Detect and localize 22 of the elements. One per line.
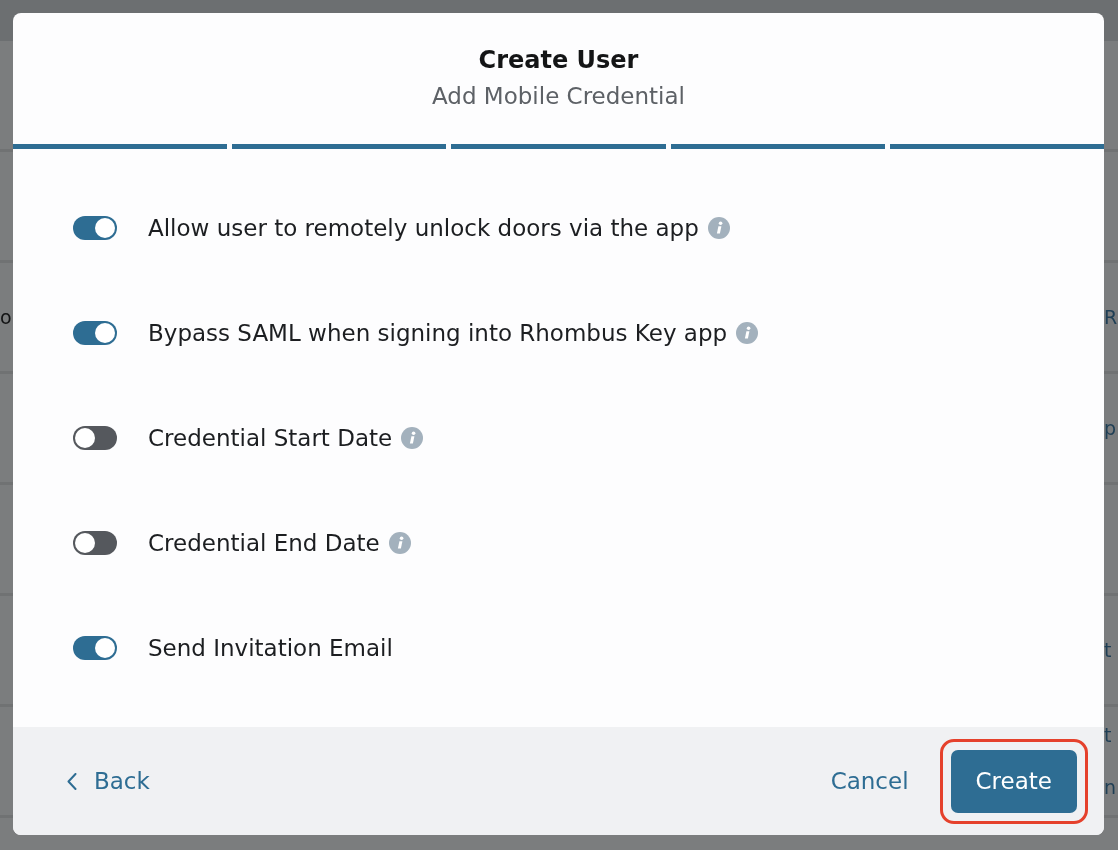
option-label: Allow user to remotely unlock doors via the app bbox=[148, 214, 699, 243]
cell-text: n bbox=[1104, 775, 1117, 799]
chevron-left-icon bbox=[67, 772, 77, 790]
option-label: Credential Start Date bbox=[148, 424, 393, 453]
cancel-button[interactable]: Cancel bbox=[830, 766, 909, 796]
toggle-switch[interactable] bbox=[73, 216, 117, 240]
cell-text: t bbox=[1104, 723, 1112, 747]
option-label: Credential End Date bbox=[148, 529, 380, 558]
cell-text: t bbox=[1104, 638, 1112, 662]
toggle-switch[interactable] bbox=[73, 636, 117, 660]
cell-text: p bbox=[1104, 416, 1117, 440]
toggle-switch[interactable] bbox=[73, 531, 117, 555]
create-button[interactable]: Create bbox=[950, 749, 1077, 813]
dialog-subtitle: Add Mobile Credential bbox=[432, 82, 685, 111]
dialog-title: Create User bbox=[478, 45, 639, 76]
option-label: Bypass SAML when signing into Rhombus Key app bbox=[148, 319, 728, 348]
toggle-switch[interactable] bbox=[73, 321, 117, 345]
cell-text: o bbox=[0, 305, 12, 329]
option-label: Send Invitation Email bbox=[148, 634, 393, 663]
cell-text: R bbox=[1104, 305, 1118, 329]
toggle-switch[interactable] bbox=[73, 426, 117, 450]
back-button[interactable]: Back bbox=[67, 766, 150, 796]
